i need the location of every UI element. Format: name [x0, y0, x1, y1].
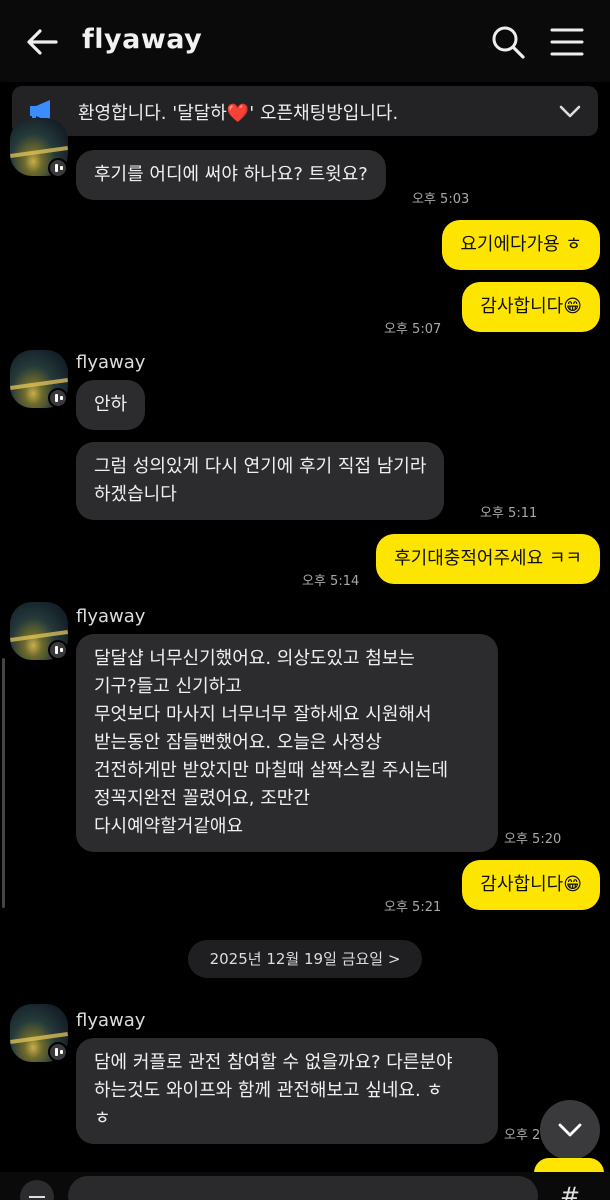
back-arrow-icon[interactable] — [22, 24, 62, 60]
date-divider[interactable]: 2025년 12월 19일 금요일 > — [188, 940, 422, 978]
profile-badge-icon — [48, 158, 68, 178]
my-message-bubble[interactable]: 후기대충적어주세요 ㅋㅋ — [376, 534, 600, 584]
message-time: 오후 5:14 — [302, 574, 360, 589]
message-input[interactable] — [68, 1176, 538, 1200]
message-bubble[interactable]: 달달샵 너무신기했어요. 의상도있고 첨보는 기구?들고 신기하고 무엇보다 마… — [76, 634, 498, 852]
profile-badge-icon — [48, 388, 68, 408]
my-message-bubble[interactable]: 감사합니다😁 — [462, 282, 600, 332]
chat-title: flyaway — [82, 24, 203, 55]
notice-banner[interactable]: 환영합니다. '달달하❤️' 오픈채팅방입니다. — [12, 86, 598, 136]
message-time: 오후 2: — [504, 1128, 545, 1143]
search-icon[interactable] — [488, 22, 528, 62]
my-message-bubble[interactable]: 감사합니다😁 — [462, 860, 600, 910]
scroll-to-bottom-button[interactable] — [540, 1100, 600, 1160]
message-time: 오후 5:21 — [384, 900, 442, 915]
chat-header: flyaway — [0, 0, 610, 82]
message-time: 오후 5:20 — [504, 832, 562, 847]
scrollbar[interactable] — [2, 658, 5, 908]
message-bubble[interactable]: 그럼 성의있게 다시 연기에 후기 직접 남기라 하겠습니다 — [76, 442, 445, 520]
message-bubble[interactable]: 담에 커플로 관전 참여할 수 없을까요? 다른분야 하는것도 와이프와 함께 … — [76, 1038, 498, 1144]
my-message-bubble[interactable]: 요기에다가용 ㅎ — [442, 220, 600, 270]
sender-name: flyaway — [76, 352, 146, 373]
chevron-down-icon[interactable] — [558, 100, 582, 122]
profile-badge-icon — [48, 640, 68, 660]
chevron-down-icon — [558, 1123, 582, 1137]
message-time: 오후 5:07 — [384, 322, 442, 337]
profile-badge-icon — [48, 1042, 68, 1062]
sender-name: flyaway — [76, 606, 146, 627]
sender-name: flyaway — [76, 1010, 146, 1031]
message-bubble[interactable]: 안하 — [76, 380, 146, 430]
notice-text: 환영합니다. '달달하❤️' 오픈채팅방입니다. — [78, 103, 399, 124]
hashtag-icon[interactable]: # — [560, 1182, 580, 1200]
message-bubble[interactable]: 후기를 어디에 써야 하나요? 트윗요? — [76, 150, 386, 200]
message-time: 오후 5:11 — [480, 506, 538, 521]
message-time: 오후 5:03 — [412, 192, 470, 207]
hamburger-menu-icon[interactable] — [548, 24, 586, 60]
